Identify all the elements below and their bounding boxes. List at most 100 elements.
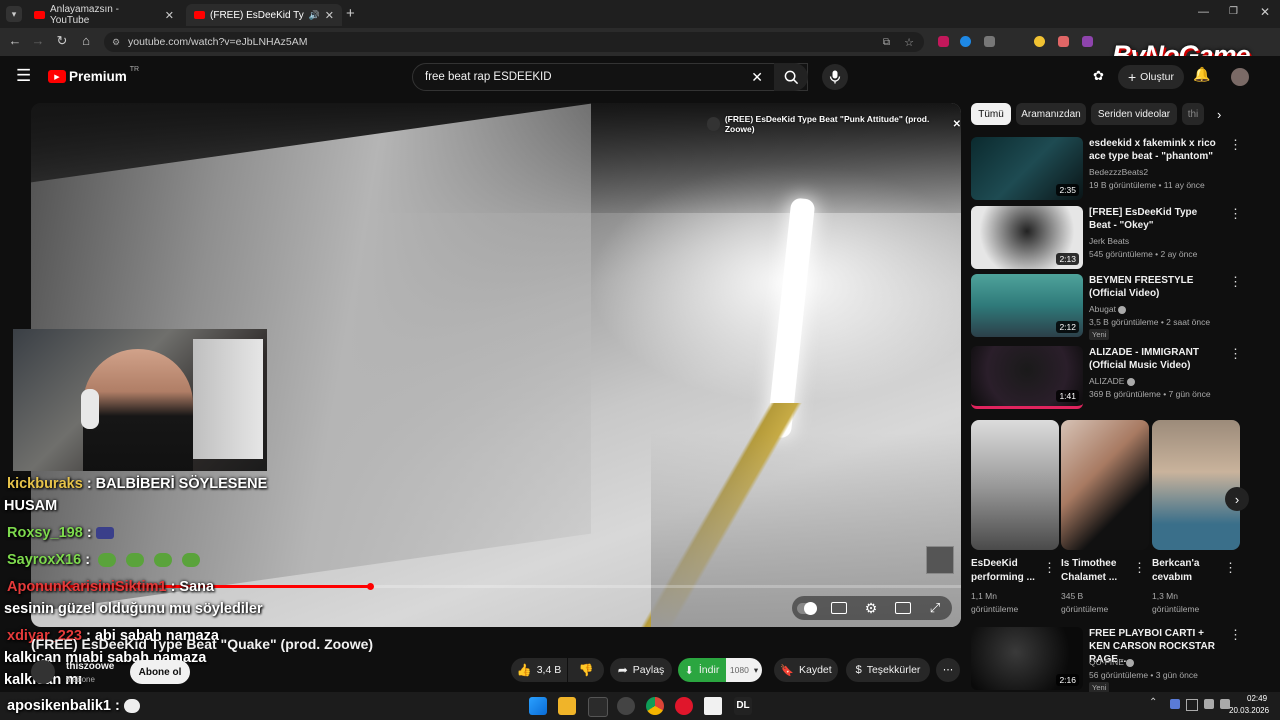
subscribe-button[interactable]: Abone ol — [130, 660, 190, 684]
next-video-thumbnail[interactable] — [926, 546, 954, 574]
search-input[interactable]: free beat rap ESDEEKID ✕ — [412, 63, 808, 91]
share-button[interactable]: ➦ Paylaş — [610, 658, 672, 682]
recommended-video[interactable]: 2:13 [FREE] EsDeeKid Type Beat - "Okey" … — [971, 206, 1242, 270]
network-icon[interactable] — [1204, 699, 1214, 709]
app-icon[interactable]: DL — [734, 697, 752, 715]
extension-icon[interactable] — [960, 36, 971, 47]
start-menu-icon[interactable] — [529, 697, 547, 715]
chip-from-series[interactable]: Seriden videolar — [1091, 103, 1177, 125]
document-icon[interactable] — [704, 697, 722, 715]
fullscreen-icon[interactable]: ⤢ — [925, 598, 945, 618]
dislike-button[interactable]: 👎 — [568, 658, 604, 682]
channel-avatar[interactable] — [31, 660, 55, 684]
quality-select[interactable]: 1080 ▾ — [726, 658, 762, 682]
channel-name[interactable]: QU-FINE — [1089, 657, 1135, 667]
extension-icon[interactable] — [1058, 36, 1069, 47]
channel-name[interactable]: ALIZADE — [1089, 376, 1135, 386]
clock-date[interactable]: 20.03.2026 — [1229, 706, 1269, 715]
mic-tray-icon[interactable] — [1170, 699, 1180, 709]
recommended-video[interactable]: 1:41 ALIZADE - IMMIGRANT (Official Music… — [971, 346, 1242, 410]
voice-search-button[interactable] — [822, 64, 848, 90]
forward-icon[interactable]: → — [30, 33, 46, 48]
more-options-icon[interactable]: ⋮ — [1229, 137, 1242, 153]
install-app-icon[interactable]: ⧉ — [883, 37, 890, 48]
video-title[interactable]: ALIZADE - IMMIGRANT (Official Music Vide… — [1089, 346, 1217, 372]
search-button[interactable] — [774, 63, 808, 91]
short-thumbnail[interactable] — [971, 420, 1059, 550]
close-info-icon[interactable]: ✕ — [953, 119, 961, 130]
more-options-icon[interactable]: ⋮ — [1229, 206, 1242, 222]
video-title[interactable]: esdeekid x fakemink x rico ace type beat… — [1089, 137, 1217, 163]
like-button[interactable]: 👍 3,4 B — [511, 658, 567, 682]
recommended-video[interactable]: 2:35 esdeekid x fakemink x rico ace type… — [971, 137, 1242, 201]
more-options-icon[interactable]: ⋮ — [1229, 627, 1242, 643]
save-button[interactable]: 🔖 Kaydet — [774, 658, 838, 682]
recommended-video[interactable]: 2:16 FREE PLAYBOI CARTI + KEN CARSON ROC… — [971, 627, 1242, 693]
site-info-icon[interactable]: ⚙ — [112, 37, 120, 48]
video-thumbnail[interactable]: 2:13 — [971, 206, 1083, 269]
monitor-tray-icon[interactable] — [1186, 699, 1198, 711]
more-options-icon[interactable]: ⋮ — [1229, 346, 1242, 362]
autoplay-toggle[interactable] — [797, 598, 817, 618]
tab-search-button[interactable]: ▾ — [6, 6, 22, 22]
short-title[interactable]: Is Timothee Chalamet ... — [1061, 557, 1136, 585]
shorts-next-button[interactable]: › — [1225, 487, 1249, 511]
close-window-icon[interactable]: ✕ — [1260, 5, 1270, 19]
recommended-video[interactable]: 2:12 BEYMEN FREESTYLE (Official Video) A… — [971, 274, 1242, 342]
video-info-chip[interactable]: (FREE) EsDeeKid Type Beat "Punk Attitude… — [707, 114, 961, 134]
video-title[interactable]: [FREE] EsDeeKid Type Beat - "Okey" — [1089, 206, 1217, 232]
minimize-icon[interactable]: — — [1198, 6, 1209, 18]
extension-icon[interactable] — [984, 36, 995, 47]
maximize-icon[interactable]: ❐ — [1229, 6, 1238, 17]
download-button[interactable]: ⬇ İndir — [678, 658, 726, 682]
short-thumbnail[interactable] — [1061, 420, 1149, 550]
video-thumbnail[interactable]: 2:35 — [971, 137, 1083, 200]
chip-all[interactable]: Tümü — [971, 103, 1011, 125]
short-title[interactable]: EsDeeKid performing ... — [971, 557, 1046, 585]
video-title[interactable]: BEYMEN FREESTYLE (Official Video) — [1089, 274, 1217, 300]
avatar[interactable] — [1231, 68, 1249, 86]
short-title[interactable]: Berkcan'a cevabım — [1152, 557, 1227, 585]
extension-icon[interactable] — [1034, 36, 1045, 47]
chip-from-search[interactable]: Aramanızdan — [1016, 103, 1086, 125]
miniplayer-icon[interactable] — [893, 598, 913, 618]
reload-icon[interactable]: ↻ — [54, 33, 70, 49]
audio-playing-icon[interactable]: 🔊 — [309, 10, 320, 21]
bookmark-star-icon[interactable]: ☆ — [904, 36, 914, 49]
clear-search-icon[interactable]: ✕ — [751, 69, 763, 86]
short-thumbnail[interactable] — [1152, 420, 1240, 550]
video-thumbnail[interactable]: 1:41 — [971, 346, 1083, 409]
channel-name[interactable]: Abugat — [1089, 304, 1127, 314]
channel-name[interactable]: Jerk Beats — [1089, 236, 1129, 246]
close-tab-icon[interactable]: ✕ — [325, 9, 334, 22]
channel-name[interactable]: thiszoowe — [66, 661, 114, 672]
new-tab-button[interactable]: + — [346, 5, 355, 22]
terminal-icon[interactable] — [588, 697, 608, 717]
opera-icon[interactable] — [675, 697, 693, 715]
notifications-bell-icon[interactable]: 🔔 — [1193, 66, 1210, 83]
settings-gear-icon[interactable]: ⚙ — [861, 598, 881, 618]
extension-icon[interactable] — [1082, 36, 1093, 47]
file-explorer-icon[interactable] — [558, 697, 576, 715]
channel-name[interactable]: BedezzzBeats2 — [1089, 167, 1148, 177]
more-options-icon[interactable]: ⋮ — [1133, 560, 1146, 576]
system-tray-chevron-icon[interactable]: ⌃ — [1149, 697, 1157, 708]
chip-channel[interactable]: thi — [1182, 103, 1204, 125]
home-icon[interactable]: ⌂ — [78, 33, 94, 48]
menu-icon[interactable]: ☰ — [16, 66, 31, 86]
tab-free-esdeekid[interactable]: (FREE) EsDeeKid Type Beat 🔊 ✕ — [186, 4, 342, 26]
more-options-icon[interactable]: ⋮ — [1229, 274, 1242, 290]
app-icon[interactable] — [617, 697, 635, 715]
clock-time[interactable]: 02:49 — [1247, 694, 1267, 703]
youtube-logo[interactable]: ▶ Premium TR — [48, 66, 139, 84]
tab-anlayamazsin[interactable]: Anlayamazsın - YouTube ✕ — [26, 4, 182, 26]
address-bar[interactable]: ⚙ youtube.com/watch?v=eJbLNHAz5AM ⧉ ☆ — [104, 32, 924, 52]
back-icon[interactable]: ← — [7, 33, 23, 48]
more-actions-button[interactable]: ⋯ — [936, 658, 960, 682]
subtitles-icon[interactable] — [829, 598, 849, 618]
video-thumbnail[interactable]: 2:16 — [971, 627, 1083, 690]
cast-icon[interactable]: ✿ — [1093, 68, 1104, 84]
chrome-icon[interactable] — [646, 697, 664, 715]
thanks-button[interactable]: $ Teşekkürler — [846, 658, 930, 682]
video-thumbnail[interactable]: 2:12 — [971, 274, 1083, 337]
